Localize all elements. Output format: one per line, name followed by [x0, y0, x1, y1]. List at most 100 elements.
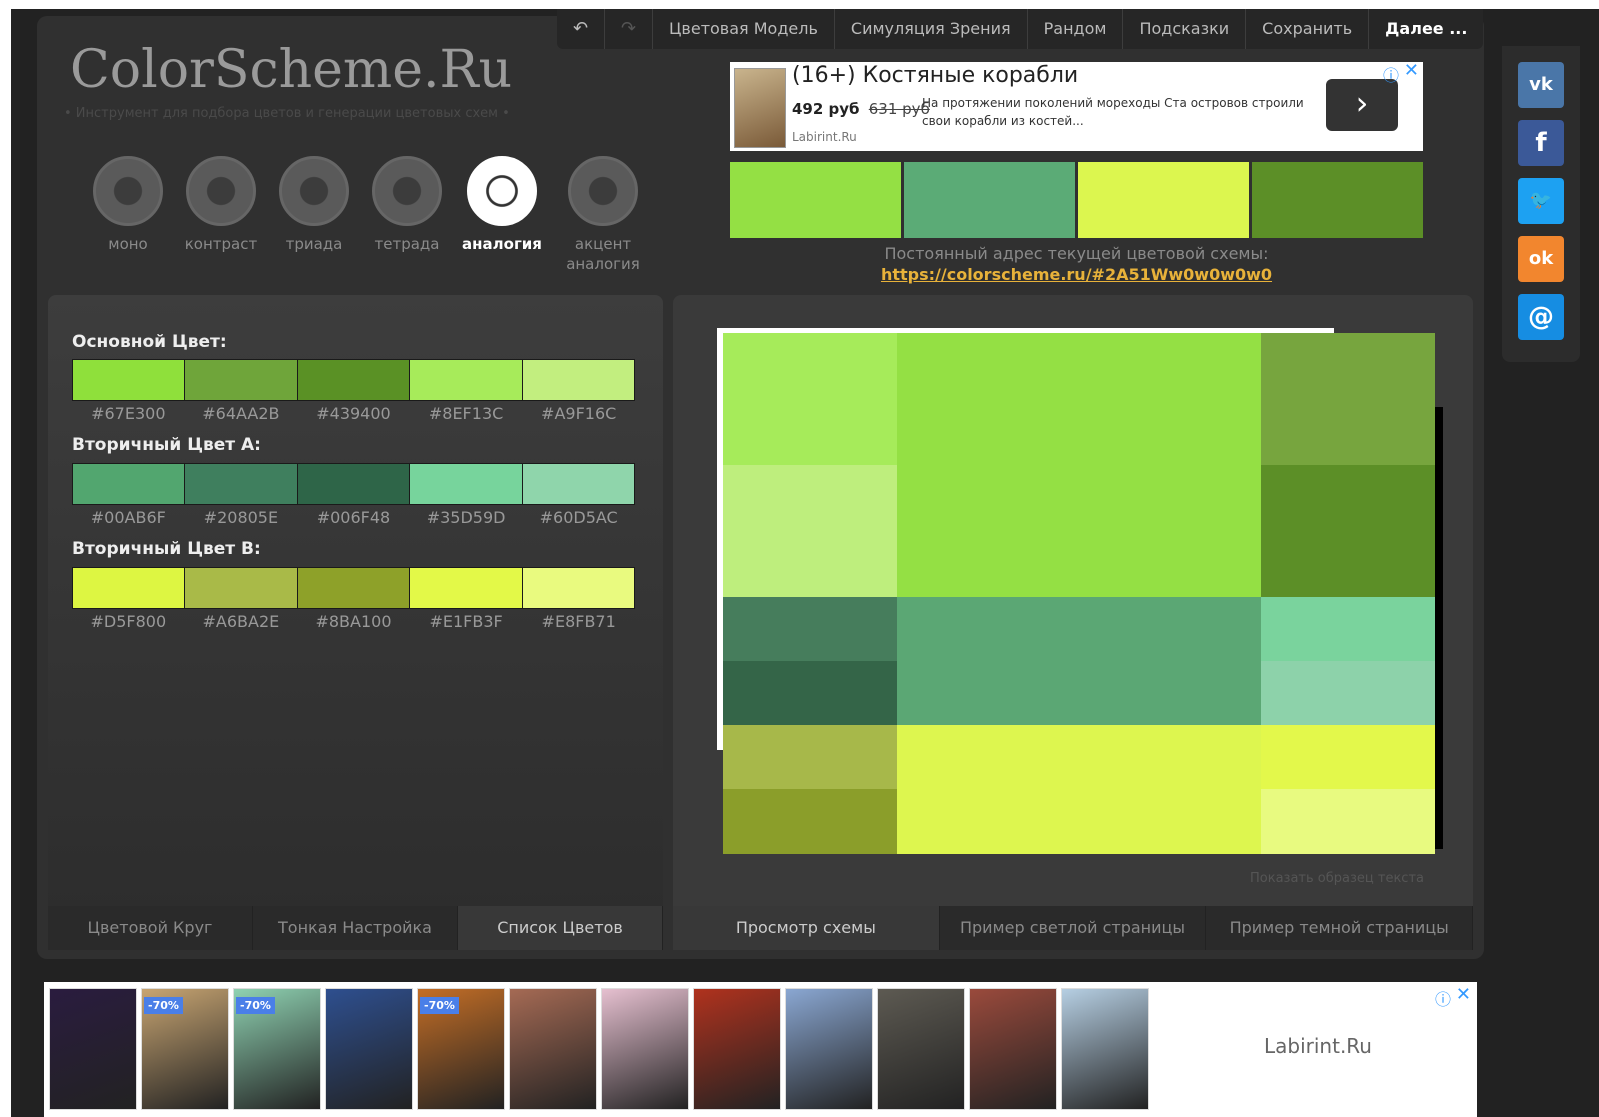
- show-sample-text-link[interactable]: Показать образец текста: [1250, 871, 1424, 886]
- wheel-mono[interactable]: моно: [78, 156, 178, 254]
- discount-badge: -70%: [236, 997, 275, 1014]
- site-logo[interactable]: ColorScheme.Ru: [70, 40, 512, 100]
- wheel-tetrad[interactable]: тетрада: [357, 156, 457, 254]
- color-wheel-icon: [372, 156, 442, 226]
- swatch-row-secondary-b: [72, 567, 635, 609]
- book-cover[interactable]: -70%: [233, 988, 321, 1110]
- book-cover[interactable]: [1061, 988, 1149, 1110]
- nav-color-model[interactable]: Цветовая Модель: [653, 9, 835, 49]
- color-swatch[interactable]: [522, 568, 635, 608]
- nav-random[interactable]: Рандом: [1028, 9, 1124, 49]
- wheel-analogy[interactable]: аналогия: [452, 156, 552, 254]
- hex-code: #60D5AC: [539, 508, 618, 527]
- preview-cell: [723, 661, 897, 725]
- book-cover[interactable]: -70%: [141, 988, 229, 1110]
- color-swatch[interactable]: [522, 464, 635, 504]
- ad-price-current: 492 руб: [792, 100, 860, 118]
- odnoklassniki-icon[interactable]: ok: [1518, 236, 1564, 282]
- hex-code: #35D59D: [426, 508, 506, 527]
- preview-cell: [1261, 597, 1435, 661]
- site-tagline: • Инструмент для подбора цветов и генера…: [64, 106, 510, 121]
- permalink-url[interactable]: https://colorscheme.ru/#2A51Ww0w0w0w0: [730, 265, 1423, 284]
- right-tabs: Просмотр схемы Пример светлой страницы П…: [673, 906, 1474, 950]
- preview-cell: [1261, 789, 1435, 854]
- info-icon[interactable]: ⓘ: [1435, 986, 1451, 1010]
- book-cover[interactable]: [969, 988, 1057, 1110]
- book-cover[interactable]: [877, 988, 965, 1110]
- book-cover[interactable]: [509, 988, 597, 1110]
- tab-dark-page-example[interactable]: Пример темной страницы: [1206, 906, 1474, 950]
- book-cover[interactable]: [49, 988, 137, 1110]
- close-icon[interactable]: ✕: [1456, 984, 1471, 1005]
- color-swatch[interactable]: [297, 568, 411, 608]
- strip-swatch[interactable]: [730, 162, 901, 238]
- color-swatch[interactable]: [73, 464, 186, 504]
- nav-hints[interactable]: Подсказки: [1123, 9, 1247, 49]
- color-wheel-icon: [467, 156, 537, 226]
- chevron-right-icon[interactable]: ›: [1326, 79, 1398, 131]
- vk-icon[interactable]: vk: [1518, 62, 1564, 108]
- ad-price-old: 631 руб: [868, 100, 930, 118]
- ad-brand[interactable]: Labirint.Ru: [1264, 1034, 1372, 1058]
- color-swatch[interactable]: [73, 568, 186, 608]
- nav-save[interactable]: Сохранить: [1246, 9, 1370, 49]
- facebook-icon[interactable]: f: [1518, 120, 1564, 166]
- hex-code: #E1FB3F: [429, 612, 503, 631]
- hex-code: #A9F16C: [541, 404, 617, 423]
- color-swatch[interactable]: [410, 360, 523, 400]
- undo-icon[interactable]: ↶: [557, 9, 605, 49]
- tab-scheme-preview[interactable]: Просмотр схемы: [673, 906, 940, 950]
- wheel-triad[interactable]: триада: [264, 156, 364, 254]
- ad-source: Labirint.Ru: [792, 130, 857, 144]
- preview-cell: [1261, 333, 1435, 465]
- close-icon[interactable]: ✕: [1404, 60, 1419, 81]
- scheme-strip: [730, 162, 1423, 238]
- wheel-contrast[interactable]: контраст: [171, 156, 271, 254]
- strip-swatch[interactable]: [904, 162, 1075, 238]
- color-swatch[interactable]: [522, 360, 635, 400]
- strip-swatch[interactable]: [1252, 162, 1423, 238]
- discount-badge: -70%: [420, 997, 459, 1014]
- twitter-icon[interactable]: 🐦: [1518, 178, 1564, 224]
- wheel-accent-analogy[interactable]: акцент аналогия: [548, 156, 658, 274]
- color-swatch[interactable]: [410, 568, 523, 608]
- book-cover[interactable]: [785, 988, 873, 1110]
- hex-row-primary: #67E300 #64AA2B #439400 #8EF13C #A9F16C: [72, 404, 635, 423]
- color-swatch[interactable]: [297, 360, 411, 400]
- swatch-row-primary: [72, 359, 635, 401]
- color-wheel-icon: [568, 156, 638, 226]
- preview-cell: [723, 333, 897, 465]
- hex-code: #A6BA2E: [202, 612, 280, 631]
- info-icon[interactable]: ⓘ: [1383, 62, 1399, 86]
- book-cover-image[interactable]: [734, 68, 786, 148]
- hex-code: #439400: [316, 404, 391, 423]
- preview-cell: [897, 725, 1261, 854]
- color-swatch[interactable]: [185, 568, 298, 608]
- hex-code: #8EF13C: [428, 404, 504, 423]
- hex-code: #E8FB71: [541, 612, 616, 631]
- color-swatch[interactable]: [297, 464, 411, 504]
- mailru-icon[interactable]: @: [1518, 294, 1564, 340]
- ad-banner-top[interactable]: (16+) Костяные корабли 492 руб 631 руб Н…: [730, 60, 1423, 151]
- ad-description: На протяжении поколений мореходы Ста ост…: [922, 96, 1304, 128]
- nav-vision-simulation[interactable]: Симуляция Зрения: [835, 9, 1028, 49]
- wheel-label: аналогия: [462, 235, 542, 253]
- tab-color-wheel[interactable]: Цветовой Круг: [48, 906, 253, 950]
- tab-fine-tuning[interactable]: Тонкая Настройка: [253, 906, 458, 950]
- group-title-secondary-b: Вторичный Цвет В:: [72, 539, 261, 559]
- redo-icon[interactable]: ↷: [605, 9, 653, 49]
- tab-color-list[interactable]: Список Цветов: [458, 906, 663, 950]
- color-swatch[interactable]: [185, 464, 298, 504]
- book-cover[interactable]: [601, 988, 689, 1110]
- color-swatch[interactable]: [73, 360, 186, 400]
- tab-light-page-example[interactable]: Пример светлой страницы: [939, 906, 1207, 950]
- color-swatch[interactable]: [410, 464, 523, 504]
- book-cover[interactable]: [325, 988, 413, 1110]
- ad-banner-bottom[interactable]: Labirint.Ru ⓘ ✕ -70% -70% -70%: [44, 982, 1477, 1117]
- nav-more[interactable]: Далее ...: [1369, 9, 1483, 49]
- color-swatch[interactable]: [185, 360, 298, 400]
- book-cover[interactable]: -70%: [417, 988, 505, 1110]
- strip-swatch[interactable]: [1078, 162, 1249, 238]
- ad-title[interactable]: (16+) Костяные корабли: [792, 63, 1078, 88]
- book-cover[interactable]: [693, 988, 781, 1110]
